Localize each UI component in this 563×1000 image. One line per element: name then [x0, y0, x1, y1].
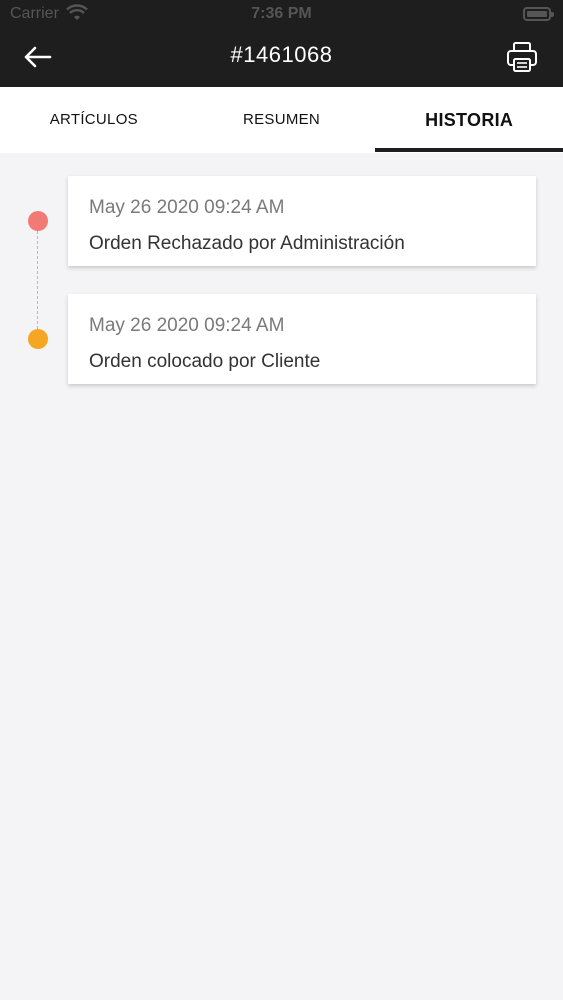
tab-resumen[interactable]: RESUMEN	[188, 87, 376, 153]
history-item: May 26 2020 09:24 AM Orden Rechazado por…	[68, 176, 536, 266]
history-message: Orden Rechazado por Administración	[89, 233, 405, 254]
history-timeline: May 26 2020 09:24 AM Orden Rechazado por…	[0, 153, 563, 1000]
history-date: May 26 2020 09:24 AM	[89, 197, 285, 218]
tab-articulos[interactable]: ARTÍCULOS	[0, 87, 188, 153]
history-message: Orden colocado por Cliente	[89, 351, 321, 372]
status-bar: Carrier 7:36 PM	[0, 0, 563, 30]
timeline-connector	[37, 221, 38, 339]
battery-icon	[523, 7, 554, 21]
printer-icon[interactable]	[505, 40, 539, 74]
history-date: May 26 2020 09:24 AM	[89, 315, 285, 336]
tab-historia[interactable]: HISTORIA	[375, 87, 563, 153]
history-item: May 26 2020 09:24 AM Orden colocado por …	[68, 294, 536, 384]
nav-bar: #1461068	[0, 30, 563, 87]
order-title: #1461068	[230, 42, 333, 67]
timeline-dot-placed	[28, 329, 48, 349]
top-bar: Carrier 7:36 PM #1461068	[0, 0, 563, 87]
status-time: 7:36 PM	[251, 5, 312, 22]
tab-bar: ARTÍCULOS RESUMEN HISTORIA	[0, 87, 563, 153]
timeline-dot-rejected	[28, 211, 48, 231]
